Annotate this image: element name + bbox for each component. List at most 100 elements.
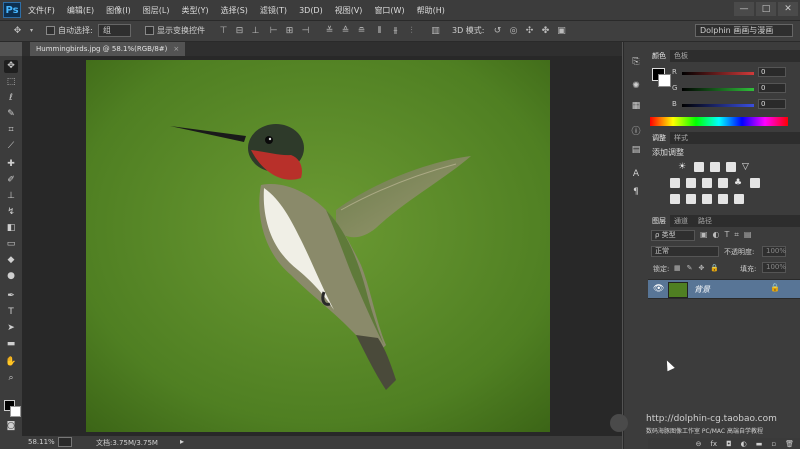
history-brush-tool-icon[interactable]: ↯	[4, 206, 18, 219]
brush-tool-icon[interactable]: ✐	[4, 174, 18, 187]
opacity-field[interactable]: 100%	[762, 246, 786, 257]
layer-row-background[interactable]: 👁 背景 🔒	[648, 279, 800, 299]
zoom-tool-icon[interactable]: ⌕	[4, 372, 18, 385]
distribute-hcenter-icon[interactable]: ⫵	[390, 26, 401, 36]
new-adjustment-icon[interactable]: ◐	[741, 440, 747, 448]
lock-icons[interactable]: ▦✎✥🔒	[674, 264, 725, 272]
align-hcenter-icon[interactable]: ⊞	[284, 26, 295, 36]
lasso-tool-icon[interactable]: ℓ	[4, 92, 18, 105]
distribute-vcenter-icon[interactable]: ≙	[340, 26, 351, 36]
swap-colors-icon[interactable]	[4, 390, 21, 417]
layer-filter-icons[interactable]: ▣◐T⌗▤	[700, 230, 757, 240]
gradient-map-icon[interactable]	[734, 194, 744, 204]
status-menu-arrow-icon[interactable]: ▸	[180, 437, 184, 446]
new-layer-icon[interactable]: ▫	[771, 440, 776, 448]
distribute-right-icon[interactable]: ⫶	[406, 26, 417, 36]
add-mask-icon[interactable]: ◘	[726, 440, 732, 448]
vibrance-icon[interactable]: ▽	[742, 162, 752, 172]
brush-panel-icon[interactable]: ▦	[630, 100, 642, 112]
history-panel-icon[interactable]: ⎘	[630, 56, 642, 68]
shape-tool-icon[interactable]: ▬	[4, 338, 18, 351]
crop-tool-icon[interactable]: ⌗	[4, 124, 18, 137]
align-vcenter-icon[interactable]: ⊟	[234, 26, 245, 36]
3d-roll-icon[interactable]: ◎	[508, 26, 519, 36]
hand-tool-icon[interactable]: ✋	[4, 356, 18, 369]
red-value-field[interactable]: 0	[758, 67, 786, 77]
properties-panel-icon[interactable]: ▤	[630, 144, 642, 156]
distribute-top-icon[interactable]: ≚	[324, 26, 335, 36]
document-info[interactable]: 文档:3.75M/3.75M	[96, 438, 158, 448]
color-lookup-icon[interactable]	[750, 178, 760, 188]
black-white-icon[interactable]	[702, 178, 712, 188]
eyedropper-tool-icon[interactable]: ⟋	[4, 140, 18, 153]
align-right-icon[interactable]: ⊣	[300, 26, 311, 36]
3d-drag-icon[interactable]: ✣	[524, 26, 535, 36]
show-transform-checkbox[interactable]	[145, 26, 154, 35]
posterize-icon[interactable]	[686, 194, 696, 204]
menu-help[interactable]: 帮助(H)	[417, 5, 445, 16]
tab-channels[interactable]: 通道	[670, 215, 692, 227]
selective-color-icon[interactable]	[718, 194, 728, 204]
dodge-tool-icon[interactable]: ●	[4, 270, 18, 283]
blue-value-field[interactable]: 0	[758, 99, 786, 109]
3d-slide-icon[interactable]: ✤	[540, 26, 551, 36]
tool-preset-dropdown-icon[interactable]: ▾	[26, 26, 37, 36]
tab-color[interactable]: 颜色	[648, 50, 670, 62]
gradient-tool-icon[interactable]: ▭	[4, 238, 18, 251]
curves-icon[interactable]	[710, 162, 720, 172]
menu-3d[interactable]: 3D(D)	[299, 6, 323, 15]
quick-select-tool-icon[interactable]: ✎	[4, 108, 18, 121]
menu-image[interactable]: 图像(I)	[106, 5, 131, 16]
link-layers-icon[interactable]: ⊖	[696, 440, 702, 448]
menu-type[interactable]: 类型(Y)	[181, 5, 208, 16]
tab-styles[interactable]: 样式	[670, 132, 692, 144]
align-left-icon[interactable]: ⊢	[268, 26, 279, 36]
menu-edit[interactable]: 编辑(E)	[67, 5, 94, 16]
distribute-left-icon[interactable]: ⫴	[374, 26, 385, 36]
red-slider[interactable]	[682, 72, 754, 75]
document-tab[interactable]: Hummingbirds.jpg @ 58.1%(RGB/8#) ×	[30, 42, 186, 56]
layer-visibility-eye-icon[interactable]: 👁	[653, 284, 664, 294]
tab-layers[interactable]: 图层	[648, 215, 670, 227]
info-panel-icon[interactable]: ⓘ	[630, 126, 642, 138]
paragraph-panel-icon[interactable]: ¶	[630, 186, 642, 198]
blur-tool-icon[interactable]: ◆	[4, 254, 18, 267]
healing-brush-tool-icon[interactable]: ✚	[4, 158, 18, 171]
photo-filter-icon[interactable]	[718, 178, 728, 188]
quick-mask-icon[interactable]: ◙	[4, 420, 18, 433]
menu-file[interactable]: 文件(F)	[28, 5, 55, 16]
close-button[interactable]: ✕	[778, 2, 798, 16]
layer-style-icon[interactable]: fx	[710, 440, 717, 448]
hue-saturation-icon[interactable]	[670, 178, 680, 188]
pen-tool-icon[interactable]: ✒	[4, 290, 18, 303]
character-panel-icon[interactable]: A	[630, 168, 642, 180]
actions-panel-icon[interactable]: ✺	[630, 80, 642, 92]
move-tool-icon[interactable]: ✥	[12, 26, 23, 36]
path-select-tool-icon[interactable]: ➤	[4, 322, 18, 335]
menu-window[interactable]: 窗口(W)	[374, 5, 404, 16]
blend-mode-dropdown[interactable]: 正常	[651, 246, 719, 257]
workspace-dropdown[interactable]: Dolphin 画画与漫画	[695, 24, 793, 37]
fill-field[interactable]: 100%	[762, 262, 786, 273]
marquee-tool-icon[interactable]: ⬚	[4, 76, 18, 89]
tab-adjustments[interactable]: 调整	[648, 132, 670, 144]
menu-filter[interactable]: 滤镜(T)	[260, 5, 287, 16]
minimize-button[interactable]: —	[734, 2, 754, 16]
distribute-bottom-icon[interactable]: ≘	[356, 26, 367, 36]
delete-layer-icon[interactable]: 🗑	[785, 440, 794, 448]
levels-icon[interactable]	[694, 162, 704, 172]
eraser-tool-icon[interactable]: ◧	[4, 222, 18, 235]
3d-rotate-icon[interactable]: ↺	[492, 26, 503, 36]
channel-mixer-icon[interactable]: ♣	[734, 178, 744, 188]
menu-view[interactable]: 视图(V)	[335, 5, 363, 16]
auto-select-dropdown[interactable]: 组	[98, 24, 131, 37]
align-top-icon[interactable]: ⊤	[218, 26, 229, 36]
maximize-button[interactable]: □	[756, 2, 776, 16]
close-document-icon[interactable]: ×	[173, 45, 179, 53]
3d-scale-icon[interactable]: ▣	[556, 26, 567, 36]
layer-kind-filter[interactable]: ρ 类型	[651, 230, 695, 241]
tab-paths[interactable]: 路径	[694, 215, 716, 227]
green-value-field[interactable]: 0	[758, 83, 786, 93]
menu-layer[interactable]: 图层(L)	[143, 5, 170, 16]
color-balance-icon[interactable]	[686, 178, 696, 188]
